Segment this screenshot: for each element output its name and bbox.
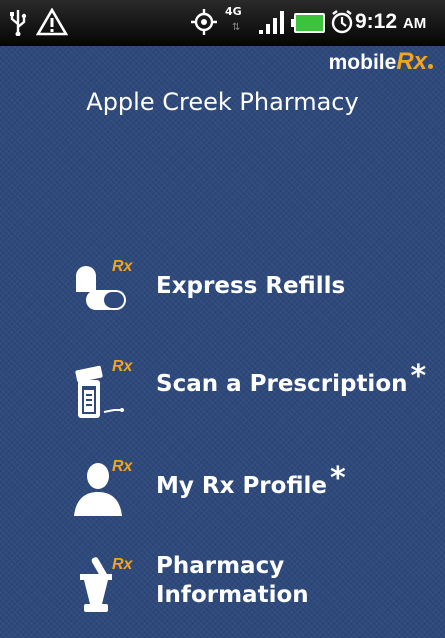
pharmacy-information-line1: Pharmacy <box>156 553 285 579</box>
battery-icon <box>291 13 325 33</box>
rx-badge: Rx <box>112 458 133 475</box>
logo-rx-text: Rx <box>396 48 427 75</box>
status-bar: 4G ⇅ 9:12 AM <box>0 0 445 46</box>
pharmacy-information-line2: Information <box>156 582 309 608</box>
my-rx-profile-label: My Rx Profile * <box>156 464 346 501</box>
pharmacy-information-label: Pharmacy Information <box>156 552 309 610</box>
mobilerx-logo: mobileRx <box>329 48 433 76</box>
gps-icon <box>191 9 217 35</box>
rx-badge: Rx <box>112 556 133 573</box>
4g-icon: 4G <box>225 5 242 18</box>
signal-icon <box>259 11 284 34</box>
my-rx-profile-button[interactable]: Rx My Rx Profile * <box>70 450 440 530</box>
asterisk-mark: * <box>329 461 346 496</box>
logo-dot <box>428 64 433 69</box>
alarm-icon <box>331 10 353 34</box>
scan-prescription-text: Scan a Prescription <box>156 371 408 397</box>
data-arrows-icon: ⇅ <box>232 22 241 33</box>
pharmacy-title: Apple Creek Pharmacy <box>86 88 359 116</box>
pharmacy-information-button[interactable]: Rx Pharmacy Information <box>70 548 440 628</box>
ampm-text: AM <box>402 15 427 32</box>
scan-prescription-label: Scan a Prescription * <box>156 362 426 399</box>
rx-badge: Rx <box>112 258 133 275</box>
express-refills-label: Express Refills <box>156 273 346 299</box>
my-rx-profile-text: My Rx Profile <box>156 473 327 499</box>
usb-icon <box>10 10 27 36</box>
status-time: 9:12 AM <box>355 10 426 34</box>
scan-prescription-button[interactable]: Rx Scan a Prescription * <box>70 350 440 430</box>
rx-badge: Rx <box>112 358 133 375</box>
asterisk-mark: * <box>410 359 427 394</box>
warning-icon <box>36 8 68 36</box>
logo-mobile-text: mobile <box>328 51 397 74</box>
time-text: 9:12 <box>355 10 398 33</box>
express-refills-button[interactable]: Rx Express Refills <box>70 250 440 330</box>
